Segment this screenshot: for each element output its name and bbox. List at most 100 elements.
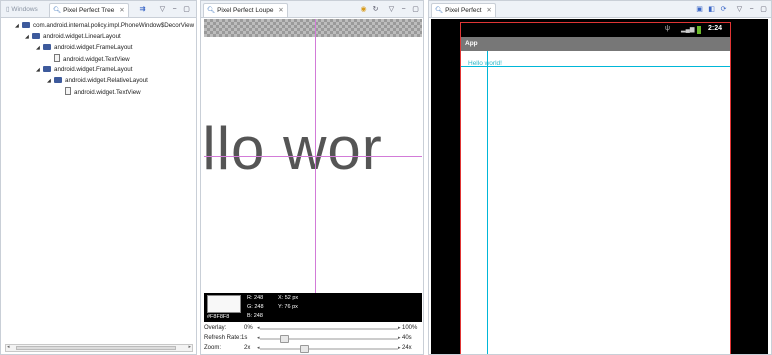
tab-pixel-perfect[interactable]: 🔍︎ Pixel Perfect ✕ (431, 3, 496, 17)
magnifier-icon: 🔍︎ (53, 7, 62, 14)
guide-vertical (487, 51, 488, 354)
tab-windows[interactable]: ▯ Windows (3, 3, 41, 17)
maximize-icon[interactable]: ▢ (182, 5, 191, 14)
refresh-tree-icon[interactable]: ⇉ (138, 5, 147, 14)
blue-value: B: 248 (247, 313, 263, 319)
y-coordinate: Y: 76 px (278, 304, 298, 310)
pixel-info-bar: #F8F8F8 R: 248 G: 248 B: 248 X: 52 px Y:… (204, 293, 422, 322)
tree-node-label: android.widget.TextView (63, 56, 130, 63)
increase-icon[interactable]: ▸ (398, 344, 401, 353)
zoom-slider[interactable] (260, 345, 398, 353)
tree-node[interactable]: ◢ android.widget.RelativeLayout (47, 76, 148, 86)
tree-node[interactable]: android.widget.TextView (54, 54, 130, 64)
refresh-rate-label: Refresh Rate:1s (204, 334, 247, 343)
loupe-canvas[interactable]: ello wor #F8F8F8 R: 248 G: 248 B: 248 X:… (204, 1, 422, 323)
tree-node[interactable]: ◢ android.widget.LinearLayout (25, 32, 121, 42)
close-icon[interactable]: ✕ (486, 7, 491, 14)
refresh-rate-slider[interactable] (260, 335, 398, 343)
refresh-screenshot-icon[interactable]: ⟳ (719, 5, 728, 14)
crosshair-horizontal (204, 156, 422, 157)
horizontal-scrollbar[interactable]: ◂ ▸ (5, 344, 193, 352)
refresh-rate-label-text: Refresh Rate: (204, 335, 242, 341)
zoom-label: Zoom: (204, 345, 222, 351)
scroll-thumb[interactable] (16, 346, 176, 350)
increase-icon[interactable]: ▸ (398, 324, 401, 333)
tree-panel: ▯ Windows 🔍︎ Pixel Perfect Tree ✕ ⇉ ▽ − … (0, 0, 197, 355)
tree-node[interactable]: android.widget.TextView (65, 87, 141, 97)
scroll-left-icon[interactable]: ◂ (7, 344, 10, 350)
refresh-rate-control: Refresh Rate:1s ◂ ▸ 40s (204, 334, 418, 343)
package-icon (43, 44, 51, 50)
x-coordinate: X: 52 px (278, 295, 299, 301)
collapse-triangle-icon[interactable]: ◢ (25, 32, 32, 42)
tree-node-label: android.widget.LinearLayout (43, 33, 121, 40)
package-icon (43, 66, 51, 72)
device-screenshot[interactable]: ψ ▂▄▆ 2:24 App Hello world! (431, 19, 768, 354)
zoomed-text: ello wor (204, 115, 383, 182)
maximize-icon[interactable]: ▢ (759, 5, 768, 14)
increase-icon[interactable]: ▸ (398, 334, 401, 343)
collapse-triangle-icon[interactable]: ◢ (36, 65, 43, 75)
device-screen: ψ ▂▄▆ 2:24 App Hello world! (460, 22, 731, 354)
overlay-control: Overlay: 0% ◂ ▸ 100% (204, 324, 418, 333)
tab-pixel-perfect-tree-label: Pixel Perfect Tree (63, 7, 115, 14)
tab-pixel-perfect-tree[interactable]: 🔍︎ Pixel Perfect Tree ✕ (49, 3, 129, 17)
refresh-rate-max: 40s (402, 335, 412, 341)
signal-icon: ▂▄▆ (681, 27, 695, 33)
tab-pixel-perfect-label: Pixel Perfect (445, 7, 482, 14)
file-icon (65, 87, 71, 95)
refresh-rate-value: 1s (241, 335, 248, 341)
zoom-control: Zoom: 2x ◂ ▸ 24x (204, 344, 418, 353)
tree-node-label: android.widget.FrameLayout (54, 44, 133, 51)
save-image-icon[interactable]: ▣ (695, 5, 704, 14)
close-icon[interactable]: ✕ (119, 7, 124, 14)
red-value: R: 248 (247, 295, 264, 301)
open-overlay-icon[interactable]: ◧ (707, 5, 716, 14)
tree-node-label: android.widget.RelativeLayout (65, 77, 148, 84)
package-icon (32, 33, 40, 39)
collapse-triangle-icon[interactable]: ◢ (36, 43, 43, 53)
tree-node[interactable]: ◢ com.android.internal.policy.impl.PhoneW… (15, 21, 194, 31)
loupe-panel: 🔍︎ Pixel Perfect Loupe ✕ ◉ ↻ ▽ − ▢ ello … (200, 0, 424, 355)
zoom-max: 24x (402, 345, 412, 351)
view-menu-icon[interactable]: ▽ (158, 5, 167, 14)
tree-node[interactable]: ◢ android.widget.FrameLayout (36, 43, 132, 53)
status-time: 2:24 (708, 25, 723, 32)
overlay-label: Overlay: (204, 325, 227, 331)
usb-icon: ψ (665, 25, 670, 32)
pixel-perfect-panel: 🔍︎ Pixel Perfect ✕ ▣ ◧ ⟳ ▽ − ▢ ψ ▂▄▆ 2:2… (428, 0, 772, 355)
zoom-value: 2x (244, 345, 251, 351)
zoom-thumb[interactable] (300, 345, 309, 353)
package-icon (22, 22, 30, 28)
pixel-perfect-tabbar: 🔍︎ Pixel Perfect ✕ ▣ ◧ ⟳ ▽ − ▢ (429, 1, 771, 18)
hex-value: #F8F8F8 (207, 314, 230, 320)
windows-icon: ▯ (6, 6, 10, 13)
overlay-value: 0% (244, 325, 253, 331)
color-swatch (207, 295, 241, 313)
tree-node-label: com.android.internal.policy.impl.PhoneWi… (33, 22, 195, 29)
overlay-slider[interactable] (260, 328, 398, 330)
tab-windows-label: Windows (11, 6, 38, 13)
app-title-bar: App (461, 37, 730, 51)
guide-horizontal (461, 66, 730, 67)
green-value: G: 248 (247, 304, 264, 310)
status-bar: ψ ▂▄▆ 2:24 (461, 23, 730, 37)
tree-node-label: android.widget.FrameLayout (54, 66, 133, 73)
transparency-checker (204, 19, 422, 37)
magnifier-icon: 🔍︎ (435, 7, 444, 14)
scroll-right-icon[interactable]: ▸ (188, 344, 191, 350)
minimize-icon[interactable]: − (747, 5, 756, 14)
overlay-max: 100% (402, 325, 418, 331)
collapse-triangle-icon[interactable]: ◢ (47, 76, 54, 86)
minimize-icon[interactable]: − (170, 5, 179, 14)
file-icon (54, 54, 60, 62)
refresh-rate-thumb[interactable] (280, 335, 289, 343)
package-icon (54, 77, 62, 83)
collapse-triangle-icon[interactable]: ◢ (15, 21, 22, 31)
tree-node-label: android.widget.TextView (74, 89, 141, 96)
tree-panel-tabbar: ▯ Windows 🔍︎ Pixel Perfect Tree ✕ ⇉ ▽ − … (1, 1, 196, 18)
tree-node[interactable]: ◢ android.widget.FrameLayout (36, 65, 132, 75)
app-title: App (465, 40, 478, 47)
battery-icon (697, 26, 701, 34)
view-menu-icon[interactable]: ▽ (735, 5, 744, 14)
